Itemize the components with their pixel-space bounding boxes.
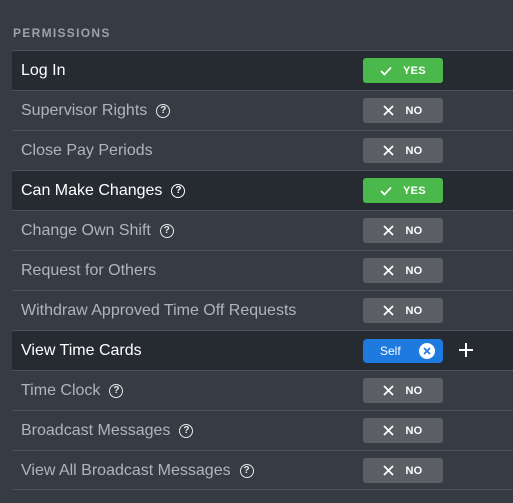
close-icon <box>383 105 395 116</box>
close-icon <box>383 385 395 396</box>
permission-row-view-time-cards: View Time Cards Self <box>12 330 513 370</box>
help-icon[interactable]: ? <box>109 383 124 398</box>
help-icon[interactable]: ? <box>239 463 254 478</box>
permission-row-change-own-shift: Change Own Shift ? NO <box>12 210 513 250</box>
permission-label-text: Request for Others <box>21 261 157 279</box>
request-for-others-toggle[interactable]: NO <box>363 258 443 283</box>
section-title: PERMISSIONS <box>13 26 111 40</box>
close-icon <box>383 305 395 316</box>
permission-label: Withdraw Approved Time Off Requests <box>21 291 296 330</box>
remove-chip-icon[interactable] <box>419 343 435 359</box>
add-scope-icon[interactable] <box>456 340 476 360</box>
permission-label: Request for Others <box>21 251 156 290</box>
close-icon <box>383 465 395 476</box>
broadcast-messages-toggle[interactable]: NO <box>363 418 443 443</box>
close-icon <box>383 425 395 436</box>
permission-row-close-pay-periods: Close Pay Periods NO <box>12 130 513 170</box>
permission-label-text: Time Clock <box>21 381 101 399</box>
permission-label-text: Can Make Changes <box>21 181 163 199</box>
toggle-value: YES <box>403 184 426 197</box>
permission-row-time-clock: Time Clock ? NO <box>12 370 513 410</box>
log-in-toggle[interactable]: YES <box>363 58 443 83</box>
permission-label: Log In <box>21 51 65 90</box>
toggle-value: NO <box>405 304 423 317</box>
toggle-value: NO <box>405 424 423 437</box>
toggle-value: YES <box>403 64 426 77</box>
permission-label: Can Make Changes ? <box>21 171 186 210</box>
close-icon <box>383 265 395 276</box>
time-clock-toggle[interactable]: NO <box>363 378 443 403</box>
permission-label: Supervisor Rights ? <box>21 91 171 130</box>
close-pay-periods-toggle[interactable]: NO <box>363 138 443 163</box>
permission-label-text: Change Own Shift <box>21 221 151 239</box>
permission-label: Time Clock ? <box>21 371 124 410</box>
chip-label: Self <box>380 344 401 358</box>
supervisor-rights-toggle[interactable]: NO <box>363 98 443 123</box>
close-icon <box>383 145 395 156</box>
permission-label-text: Close Pay Periods <box>21 141 153 159</box>
toggle-value: NO <box>405 264 423 277</box>
permission-label-text: View Time Cards <box>21 341 142 359</box>
permission-row-can-make-changes: Can Make Changes ? YES <box>12 170 513 210</box>
permission-row-request-for-others: Request for Others NO <box>12 250 513 290</box>
permission-label-text: Log In <box>21 61 66 79</box>
toggle-value: NO <box>405 144 423 157</box>
help-icon[interactable]: ? <box>179 423 194 438</box>
toggle-value: NO <box>405 104 423 117</box>
permission-row-supervisor-rights: Supervisor Rights ? NO <box>12 90 513 130</box>
permission-label-text: View All Broadcast Messages <box>21 461 231 479</box>
help-icon[interactable]: ? <box>159 223 174 238</box>
help-icon[interactable]: ? <box>156 103 171 118</box>
permission-label: Change Own Shift ? <box>21 211 174 250</box>
permission-label: Broadcast Messages ? <box>21 411 194 450</box>
permission-label: View All Broadcast Messages ? <box>21 451 254 490</box>
permission-row-view-all-broadcast-messages: View All Broadcast Messages ? NO <box>12 450 513 490</box>
permission-label: View Time Cards <box>21 331 142 370</box>
toggle-value: NO <box>405 464 423 477</box>
permission-label-text: Broadcast Messages <box>21 421 171 439</box>
can-make-changes-toggle[interactable]: YES <box>363 178 443 203</box>
permission-row-withdraw-approved-time-off: Withdraw Approved Time Off Requests NO <box>12 290 513 330</box>
self-scope-chip[interactable]: Self <box>363 339 443 363</box>
view-all-broadcast-messages-toggle[interactable]: NO <box>363 458 443 483</box>
permission-label: Close Pay Periods <box>21 131 153 170</box>
close-icon <box>383 225 395 236</box>
check-icon <box>380 186 392 196</box>
permissions-panel: PERMISSIONS Log In YES Supervisor Rights… <box>0 0 513 503</box>
permission-row-log-in: Log In YES <box>12 50 513 90</box>
withdraw-approved-time-off-toggle[interactable]: NO <box>363 298 443 323</box>
permission-label-text: Supervisor Rights <box>21 101 148 119</box>
help-icon[interactable]: ? <box>171 183 186 198</box>
toggle-value: NO <box>405 224 423 237</box>
check-icon <box>380 66 392 76</box>
permission-row-broadcast-messages: Broadcast Messages ? NO <box>12 410 513 450</box>
toggle-value: NO <box>405 384 423 397</box>
permissions-list: Log In YES Supervisor Rights ? NO Close … <box>12 50 513 490</box>
change-own-shift-toggle[interactable]: NO <box>363 218 443 243</box>
permission-label-text: Withdraw Approved Time Off Requests <box>21 301 297 319</box>
